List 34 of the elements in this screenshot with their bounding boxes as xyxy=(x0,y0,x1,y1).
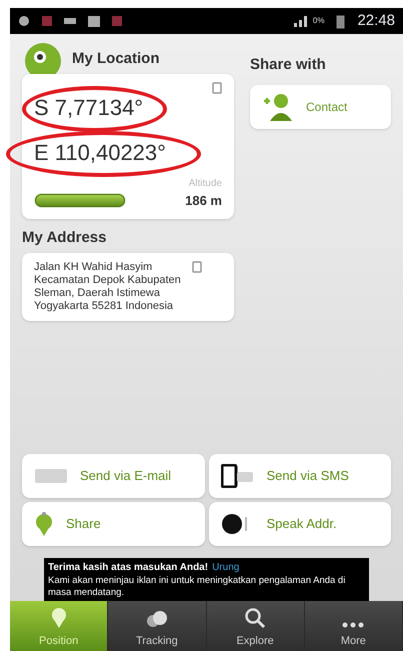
undo-link[interactable]: Urung xyxy=(212,560,240,575)
pin-icon xyxy=(50,606,68,628)
clock: 22:48 xyxy=(357,10,395,31)
notice-text: Kami akan meninjau iklan ini untuk meningkatkan pengalaman Anda di masa mendatang. xyxy=(48,575,346,599)
search-icon xyxy=(244,606,266,628)
more-icon xyxy=(341,620,366,628)
section-title: My Location xyxy=(72,48,160,68)
phone-icon xyxy=(220,464,254,488)
action-button[interactable]: Send via SMS xyxy=(208,454,391,498)
battery-icon xyxy=(336,14,346,28)
nav-tab[interactable]: More xyxy=(304,601,403,651)
altitude-value: 186 m xyxy=(185,192,222,210)
signal-icon xyxy=(292,15,309,27)
longitude-value: E 110,40223° xyxy=(34,139,166,166)
gps-icon xyxy=(18,15,30,27)
action-button[interactable]: Send via E-mail xyxy=(22,454,204,498)
battery-percent: 0% xyxy=(312,15,324,27)
latitude-value: S 7,77134° xyxy=(34,94,144,122)
pin-icon xyxy=(34,511,54,537)
nav-tab[interactable]: Explore xyxy=(206,601,305,651)
copy-icon[interactable] xyxy=(212,82,222,94)
notice-title: Terima kasih atas masukan Anda! xyxy=(48,561,208,575)
address-text: Jalan KH Wahid Hasyim Kecamatan Depok Kabupaten Sleman, Daerah Istimewa Yogyakarta 55281 Indonesia xyxy=(34,261,182,313)
altitude-label: Altitude xyxy=(188,177,222,191)
action-button[interactable]: Speak Addr. xyxy=(208,502,391,546)
nav-tab[interactable]: Position xyxy=(10,601,108,651)
add-contact-icon xyxy=(262,92,294,120)
section-title: Share with xyxy=(250,55,327,75)
action-button[interactable]: Share xyxy=(22,502,204,546)
nav-tab[interactable]: Tracking xyxy=(108,601,206,651)
tracking-icon xyxy=(144,608,169,628)
section-title: My Address xyxy=(22,228,108,248)
contact-button[interactable]: Contact xyxy=(250,84,391,128)
copy-icon[interactable] xyxy=(192,261,202,273)
